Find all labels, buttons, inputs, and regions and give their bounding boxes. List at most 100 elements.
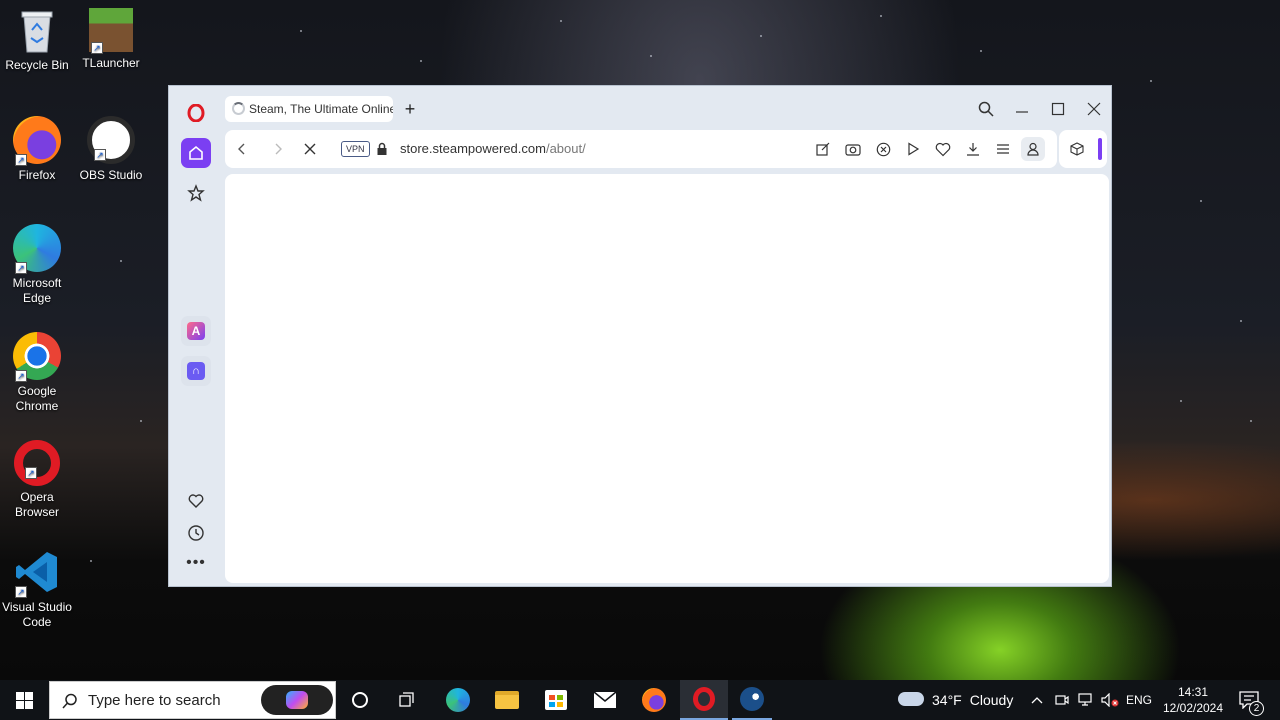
clock[interactable]: 14:31 12/02/2024 — [1160, 680, 1226, 720]
stop-loading-button[interactable] — [299, 138, 321, 160]
clock-time: 14:31 — [1177, 685, 1209, 699]
desktop-icon-tlauncher[interactable]: ↗ TLauncher — [74, 8, 148, 71]
download-icon — [967, 143, 979, 156]
snapshot-button[interactable] — [843, 139, 863, 159]
show-hidden-icons-button[interactable] — [1028, 680, 1046, 720]
vscode-icon: ↗ — [13, 548, 61, 598]
desktop-icon-visual-studio-code[interactable]: ↗ Visual Studio Code — [0, 548, 74, 630]
maximize-button[interactable] — [1043, 96, 1073, 122]
home-icon — [189, 145, 203, 160]
meet-now-button[interactable] — [1052, 680, 1072, 720]
new-tab-button[interactable]: + — [399, 98, 421, 120]
desktop-icon-google-chrome[interactable]: ↗ Google Chrome — [0, 332, 74, 414]
vpn-badge[interactable]: VPN — [341, 141, 370, 157]
more-dots-icon: ••• — [186, 554, 206, 571]
taskbar-opera-active[interactable] — [680, 680, 728, 720]
opera-logo-icon — [187, 104, 205, 122]
bookmark-button[interactable] — [933, 139, 953, 159]
opera-icon: ↗ — [14, 440, 60, 486]
ad-blocker-button[interactable] — [873, 139, 893, 159]
desktop-icon-firefox[interactable]: ↗ Firefox — [0, 116, 74, 183]
shortcut-arrow-icon: ↗ — [94, 149, 106, 161]
taskbar-microsoft-store[interactable] — [536, 680, 576, 720]
shortcut-arrow-icon: ↗ — [15, 370, 27, 382]
close-window-button[interactable] — [1079, 96, 1109, 122]
chevron-up-icon — [1031, 697, 1043, 704]
page-content-loading — [225, 174, 1109, 583]
sidebar-music-player-button[interactable]: ∩ — [181, 356, 211, 386]
task-view-button[interactable] — [388, 680, 428, 720]
aria-icon: A — [187, 322, 205, 340]
tab-bar: Steam, The Ultimate Online Game Platform… — [224, 94, 1111, 122]
task-view-icon — [399, 692, 414, 707]
address-bar: VPN store.steampowered.com/about/ — [225, 130, 1057, 168]
desktop-icon-obs-studio[interactable]: ↗ OBS Studio — [74, 116, 148, 183]
close-icon — [1087, 102, 1101, 116]
play-icon — [908, 142, 920, 156]
downloads-button[interactable] — [963, 139, 983, 159]
windows-logo-icon — [15, 691, 33, 709]
lock-icon[interactable] — [376, 142, 388, 161]
minimize-button[interactable] — [1007, 96, 1037, 122]
edge-icon — [446, 688, 470, 712]
sidebar-more-button[interactable]: ••• — [181, 548, 211, 578]
search-icon — [978, 101, 994, 117]
weather-widget[interactable]: 34°F Cloudy — [898, 680, 1020, 720]
taskbar-file-explorer[interactable] — [487, 680, 527, 720]
url-field[interactable]: store.steampowered.com/about/ — [400, 141, 586, 156]
sidebar-favorites-button[interactable] — [181, 486, 211, 516]
desktop-icon-label: Recycle Bin — [5, 58, 69, 72]
search-icon — [62, 693, 77, 709]
minimize-icon — [1016, 111, 1028, 113]
desktop-icon-label: TLauncher — [82, 56, 140, 70]
copilot-button[interactable] — [261, 685, 333, 715]
desktop-icon-opera-browser[interactable]: ↗ Opera Browser — [0, 440, 74, 520]
video-popout-button[interactable] — [903, 139, 923, 159]
profile-button[interactable] — [1021, 137, 1045, 161]
desktop-icon-label: Google Chrome — [15, 384, 59, 413]
extensions-button[interactable] — [1067, 139, 1087, 159]
edit-icon — [816, 142, 830, 156]
search-placeholder: Type here to search — [88, 691, 221, 709]
sidebar-history-button[interactable] — [181, 518, 211, 548]
settings-sliders-icon — [997, 144, 1009, 154]
clock-date: 12/02/2024 — [1162, 701, 1224, 715]
tab-search-button[interactable] — [971, 96, 1001, 122]
volume-muted-button[interactable] — [1100, 680, 1120, 720]
tab-steam[interactable]: Steam, The Ultimate Online Game Platform — [225, 96, 393, 122]
cortana-button[interactable] — [340, 680, 380, 720]
taskbar-mail[interactable] — [585, 680, 625, 720]
sidebar-aria-button[interactable]: A — [181, 316, 211, 346]
steam-icon — [740, 687, 764, 711]
star-icon — [187, 184, 205, 202]
desktop-icon-recycle-bin[interactable]: Recycle Bin — [0, 8, 74, 73]
taskbar-steam[interactable] — [732, 680, 772, 720]
browser-window: A ∩ ••• Steam, The Ultimate Online Game … — [168, 85, 1112, 587]
easy-setup-button[interactable] — [993, 139, 1013, 159]
snapshot-edit-button[interactable] — [813, 139, 833, 159]
firefox-icon — [642, 688, 666, 712]
store-icon — [545, 690, 567, 710]
chevron-right-icon — [275, 143, 282, 155]
shortcut-arrow-icon: ↗ — [91, 42, 103, 54]
language-indicator[interactable]: ENG — [1122, 680, 1156, 720]
chevron-left-icon — [238, 143, 245, 155]
back-button[interactable] — [231, 138, 253, 160]
taskbar-edge[interactable] — [438, 680, 478, 720]
sidebar-home-button[interactable] — [181, 138, 211, 168]
desktop-icon-microsoft-edge[interactable]: ↗ Microsoft Edge — [0, 224, 74, 306]
forward-button[interactable] — [267, 138, 289, 160]
taskbar-search-box[interactable]: Type here to search — [49, 681, 336, 719]
network-button[interactable] — [1076, 680, 1096, 720]
taskbar-firefox[interactable] — [634, 680, 674, 720]
taskbar: Type here to search 34°F Cloudy ENG 14:3… — [0, 680, 1280, 720]
sidebar-speed-dial-button[interactable] — [181, 178, 211, 208]
browser-sidebar: A ∩ ••• — [169, 86, 223, 586]
start-button[interactable] — [0, 680, 48, 720]
shortcut-arrow-icon: ↗ — [15, 586, 27, 598]
meet-icon — [1055, 695, 1069, 705]
opera-menu-button[interactable] — [181, 98, 211, 128]
recycle-bin-icon — [18, 8, 56, 54]
notifications-button[interactable]: 2 — [1234, 680, 1264, 720]
shortcut-arrow-icon: ↗ — [15, 154, 27, 166]
